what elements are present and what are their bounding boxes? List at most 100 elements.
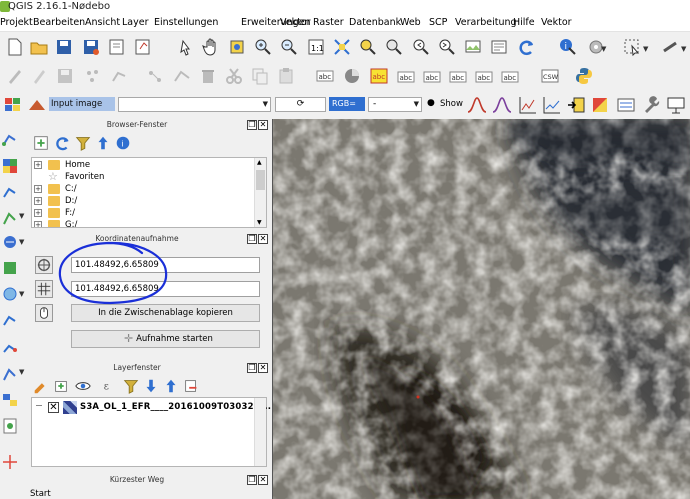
new-bookmark-icon[interactable] (488, 36, 510, 58)
layer-item[interactable]: ✕ S3A_OL_1_EFR____20161009T030329_... (34, 401, 274, 415)
menu-vektor-visible[interactable]: Vektor (280, 17, 311, 29)
gear-dropdown-icon[interactable]: ▼ (601, 45, 606, 53)
cut-features-icon[interactable] (223, 65, 245, 87)
radio-show-icon[interactable]: ● (427, 98, 435, 108)
pin-labels-icon[interactable]: abc (395, 65, 417, 87)
visibility-eye-icon[interactable] (74, 377, 92, 395)
layer-checkbox[interactable]: ✕ (48, 402, 59, 413)
save-as-icon[interactable] (80, 36, 102, 58)
stretch-curve-icon[interactable] (467, 95, 487, 115)
zoom-native-icon[interactable]: 1:1 (305, 36, 327, 58)
select-dropdown-icon[interactable]: ▼ (643, 45, 648, 53)
crs-button[interactable] (35, 256, 53, 274)
zoom-selection-icon[interactable] (357, 36, 379, 58)
tree-item-f-drive[interactable]: + F:/ (32, 207, 252, 219)
add-line-icon[interactable] (108, 65, 130, 87)
rotate-label-icon[interactable]: abc (473, 65, 495, 87)
rail-dropdown-icon[interactable]: ▼ (19, 290, 24, 298)
filter-icon[interactable] (74, 134, 92, 152)
scroll-up-icon[interactable]: ▲ (257, 159, 262, 166)
identify-features-icon[interactable]: i (557, 36, 579, 58)
grid-button[interactable] (35, 280, 53, 298)
info-icon[interactable]: i (114, 134, 132, 152)
crosshair-icon[interactable] (1, 452, 19, 472)
collapse-all-icon[interactable] (162, 377, 180, 395)
menu-datenbank[interactable]: Datenbank (349, 17, 401, 29)
touch-zoom-icon[interactable] (174, 36, 196, 58)
open-styling-icon[interactable] (32, 377, 50, 395)
add-selected-layers-icon[interactable] (32, 134, 50, 152)
add-wcs-layer-icon[interactable] (1, 310, 19, 330)
tools-wrench-icon[interactable] (641, 95, 661, 115)
copy-to-clipboard-button[interactable]: In die Zwischenablage kopieren (71, 304, 260, 322)
expand-icon[interactable]: + (34, 197, 42, 205)
menu-raster[interactable]: Raster (313, 17, 344, 29)
expand-icon[interactable]: + (34, 209, 42, 217)
add-vector-layer-icon[interactable] (1, 130, 19, 150)
float-panel-icon[interactable]: ❐ (247, 475, 257, 485)
measure-line-icon[interactable] (659, 36, 681, 58)
add-postgis-layer-icon[interactable] (1, 182, 19, 202)
menu-scp[interactable]: SCP (429, 17, 447, 29)
menu-vektor-2[interactable]: Vektor (541, 17, 572, 29)
current-edits-icon[interactable] (4, 65, 26, 87)
tree-item-c-drive[interactable]: + C:/ (32, 183, 252, 195)
zoom-next-icon[interactable] (436, 36, 458, 58)
refresh-icon[interactable] (54, 134, 72, 152)
change-label-icon[interactable]: abc (499, 65, 521, 87)
save-project-icon[interactable] (53, 36, 75, 58)
map-canvas[interactable] (272, 119, 690, 499)
close-icon[interactable]: ✕ (258, 120, 268, 130)
toggle-editing-icon[interactable] (28, 65, 50, 87)
tree-item-favorites[interactable]: ☆ Favoriten (32, 170, 252, 183)
collapse-all-icon[interactable] (94, 134, 112, 152)
diagram-options-icon[interactable] (341, 65, 363, 87)
new-shapefile-icon[interactable] (1, 416, 19, 436)
close-icon[interactable]: ✕ (258, 475, 268, 485)
remove-layer-icon[interactable] (182, 377, 200, 395)
filter-expression-icon[interactable]: ε (102, 377, 120, 395)
add-virtual-layer-icon[interactable] (1, 390, 19, 410)
classification-icon[interactable] (590, 95, 610, 115)
move-feature-icon[interactable] (144, 65, 166, 87)
menu-web[interactable]: Web (400, 17, 421, 29)
start-capture-button[interactable]: ✛ Aufnahme starten (71, 330, 260, 348)
paste-features-icon[interactable] (275, 65, 297, 87)
rail-dropdown-icon[interactable]: ▼ (19, 238, 24, 246)
rail-dropdown-icon[interactable]: ▼ (19, 368, 24, 376)
scrollbar-thumb[interactable] (256, 170, 265, 190)
measure-dropdown-icon[interactable]: ▼ (681, 45, 686, 53)
tree-item-home[interactable]: + Home (32, 159, 252, 171)
rail-dropdown-icon[interactable]: ▼ (19, 212, 24, 220)
expand-all-icon[interactable] (142, 377, 160, 395)
menu-bearbeiten[interactable]: Bearbeiten (33, 17, 85, 29)
move-label-icon[interactable]: abc (447, 65, 469, 87)
roi-arrow-icon[interactable] (566, 95, 586, 115)
refresh-image-button[interactable]: ⟳ (275, 97, 326, 112)
delete-selected-icon[interactable] (197, 65, 219, 87)
python-console-icon[interactable] (573, 65, 595, 87)
copy-features-icon[interactable] (249, 65, 271, 87)
band-set-icon[interactable] (26, 93, 48, 115)
pan-map-icon[interactable] (200, 36, 222, 58)
save-edits-icon[interactable] (54, 65, 76, 87)
open-project-icon[interactable] (28, 36, 50, 58)
add-raster-layer-icon[interactable] (1, 156, 19, 176)
add-wfs-layer-icon[interactable] (1, 338, 19, 358)
pan-to-selection-icon[interactable] (226, 36, 248, 58)
label-highlight-icon[interactable]: abc (368, 65, 390, 87)
presentation-icon[interactable] (666, 95, 686, 115)
scroll-down-icon[interactable]: ▼ (257, 219, 262, 226)
stretch-curve-2-icon[interactable] (492, 95, 512, 115)
add-oracle-layer-icon[interactable] (1, 258, 19, 278)
add-mssql-layer-icon[interactable] (1, 232, 19, 252)
spectral-plot-icon[interactable] (542, 95, 562, 115)
node-tool-icon[interactable] (171, 65, 193, 87)
expand-icon[interactable]: + (34, 221, 42, 227)
zoom-full-icon[interactable] (331, 36, 353, 58)
new-print-composer-icon[interactable] (106, 36, 128, 58)
zoom-in-icon[interactable] (252, 36, 274, 58)
composer-manager-icon[interactable] (132, 36, 154, 58)
scatter-plot-icon[interactable] (518, 95, 538, 115)
coordinate-field-2[interactable]: 101.48492,6.65809 (71, 281, 260, 297)
